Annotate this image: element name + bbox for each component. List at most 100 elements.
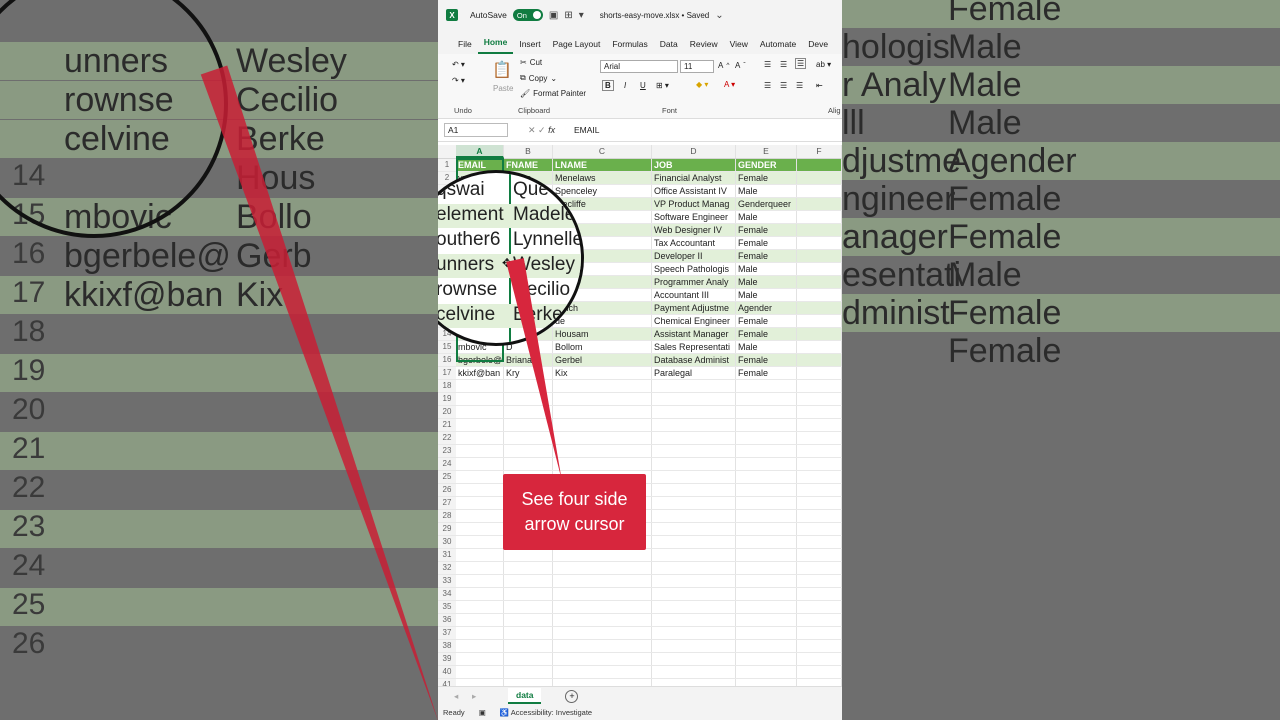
cell-a31[interactable] <box>456 549 504 561</box>
cell-f4[interactable] <box>797 198 842 210</box>
cell-a18[interactable] <box>456 380 504 392</box>
cell-d12[interactable]: Payment Adjustme <box>652 302 736 314</box>
cell-c15[interactable]: Bollom <box>553 341 652 353</box>
cell-d35[interactable] <box>652 601 736 613</box>
cell-e27[interactable] <box>736 497 797 509</box>
enter-icon[interactable]: ✓ <box>538 125 548 135</box>
menu-tab-automate[interactable]: Automate <box>754 39 802 54</box>
cell-e21[interactable] <box>736 419 797 431</box>
cell-f11[interactable] <box>797 289 842 301</box>
cell-f31[interactable] <box>797 549 842 561</box>
cell-d4[interactable]: VP Product Manag <box>652 198 736 210</box>
cell-e35[interactable] <box>736 601 797 613</box>
row-header[interactable]: 23 <box>438 445 456 457</box>
menu-tab-formulas[interactable]: Formulas <box>606 39 653 54</box>
cell-f13[interactable] <box>797 315 842 327</box>
menu-tab-view[interactable]: View <box>724 39 754 54</box>
cell-e14[interactable]: Female <box>736 328 797 340</box>
cell-d13[interactable]: Chemical Engineer <box>652 315 736 327</box>
cell-d37[interactable] <box>652 627 736 639</box>
row-header[interactable]: 31 <box>438 549 456 561</box>
cell-f39[interactable] <box>797 653 842 665</box>
row-header[interactable]: 15 <box>438 341 456 353</box>
underline-button[interactable]: U <box>640 81 646 90</box>
sheet-next-icon[interactable]: ▸ <box>472 691 476 702</box>
cell-b32[interactable] <box>504 562 553 574</box>
cell-d3[interactable]: Office Assistant IV <box>652 185 736 197</box>
cell-d34[interactable] <box>652 588 736 600</box>
cell-f40[interactable] <box>797 666 842 678</box>
row-header[interactable]: 38 <box>438 640 456 652</box>
row-header[interactable]: 17 <box>438 367 456 379</box>
cell-a37[interactable] <box>456 627 504 639</box>
cell-b40[interactable] <box>504 666 553 678</box>
cell-a34[interactable] <box>456 588 504 600</box>
cell-a24[interactable] <box>456 458 504 470</box>
cell-e9[interactable]: Male <box>736 263 797 275</box>
cell-a21[interactable] <box>456 419 504 431</box>
row-header[interactable]: 19 <box>438 393 456 405</box>
row-header[interactable]: 24 <box>438 458 456 470</box>
cell-c16[interactable]: Gerbel <box>553 354 652 366</box>
cell-f20[interactable] <box>797 406 842 418</box>
cell-f1[interactable] <box>797 159 842 171</box>
cell-d31[interactable] <box>652 549 736 561</box>
italic-button[interactable]: I <box>624 81 626 90</box>
row-header[interactable]: 35 <box>438 601 456 613</box>
cell-c36[interactable] <box>553 614 652 626</box>
cell-d39[interactable] <box>652 653 736 665</box>
cell-e15[interactable]: Male <box>736 341 797 353</box>
increase-font-icon[interactable]: A ^ <box>718 61 729 70</box>
decrease-font-icon[interactable]: Aˇ <box>735 61 746 70</box>
cell-e1[interactable]: GENDER <box>736 159 797 171</box>
cell-b34[interactable] <box>504 588 553 600</box>
cell-d18[interactable] <box>652 380 736 392</box>
select-all-corner[interactable] <box>438 145 456 158</box>
cell-d23[interactable] <box>652 445 736 457</box>
row-header[interactable]: 26 <box>438 484 456 496</box>
cell-c23[interactable] <box>553 445 652 457</box>
cell-d38[interactable] <box>652 640 736 652</box>
indent-icon[interactable]: ⇤ <box>816 81 823 90</box>
cell-a27[interactable] <box>456 497 504 509</box>
format-painter-button[interactable]: 🖌 Format Painter <box>520 89 586 98</box>
row-header[interactable]: 27 <box>438 497 456 509</box>
menu-tab-review[interactable]: Review <box>684 39 724 54</box>
cell-f25[interactable] <box>797 471 842 483</box>
cell-f28[interactable] <box>797 510 842 522</box>
cell-d36[interactable] <box>652 614 736 626</box>
fx-icon[interactable]: ✕ ✓ fx <box>528 125 564 136</box>
cell-e4[interactable]: Genderqueer <box>736 198 797 210</box>
redo-icon[interactable]: ↷ ▾ <box>452 76 465 85</box>
menu-tab-data[interactable]: Data <box>654 39 684 54</box>
cell-d27[interactable] <box>652 497 736 509</box>
cell-f30[interactable] <box>797 536 842 548</box>
cell-d24[interactable] <box>652 458 736 470</box>
cell-e31[interactable] <box>736 549 797 561</box>
cell-e26[interactable] <box>736 484 797 496</box>
cell-e12[interactable]: Agender <box>736 302 797 314</box>
cell-f2[interactable] <box>797 172 842 184</box>
cell-d7[interactable]: Tax Accountant <box>652 237 736 249</box>
cell-c33[interactable] <box>553 575 652 587</box>
row-header[interactable]: 33 <box>438 575 456 587</box>
cell-f15[interactable] <box>797 341 842 353</box>
name-box[interactable]: A1 <box>444 123 508 137</box>
cell-a19[interactable] <box>456 393 504 405</box>
cell-a39[interactable] <box>456 653 504 665</box>
row-header[interactable]: 20 <box>438 406 456 418</box>
cell-e23[interactable] <box>736 445 797 457</box>
column-header-e[interactable]: E <box>736 145 797 158</box>
cell-f14[interactable] <box>797 328 842 340</box>
sheet-tab-data[interactable]: data <box>508 688 542 704</box>
cell-e6[interactable]: Female <box>736 224 797 236</box>
cell-c40[interactable] <box>553 666 652 678</box>
cell-b39[interactable] <box>504 653 553 665</box>
cell-b31[interactable] <box>504 549 553 561</box>
align-right-icon[interactable]: ☰ <box>796 81 803 90</box>
cell-d19[interactable] <box>652 393 736 405</box>
cell-e39[interactable] <box>736 653 797 665</box>
align-bottom-icon[interactable]: ☰ <box>795 58 807 69</box>
cell-d11[interactable]: Accountant III <box>652 289 736 301</box>
cell-e29[interactable] <box>736 523 797 535</box>
